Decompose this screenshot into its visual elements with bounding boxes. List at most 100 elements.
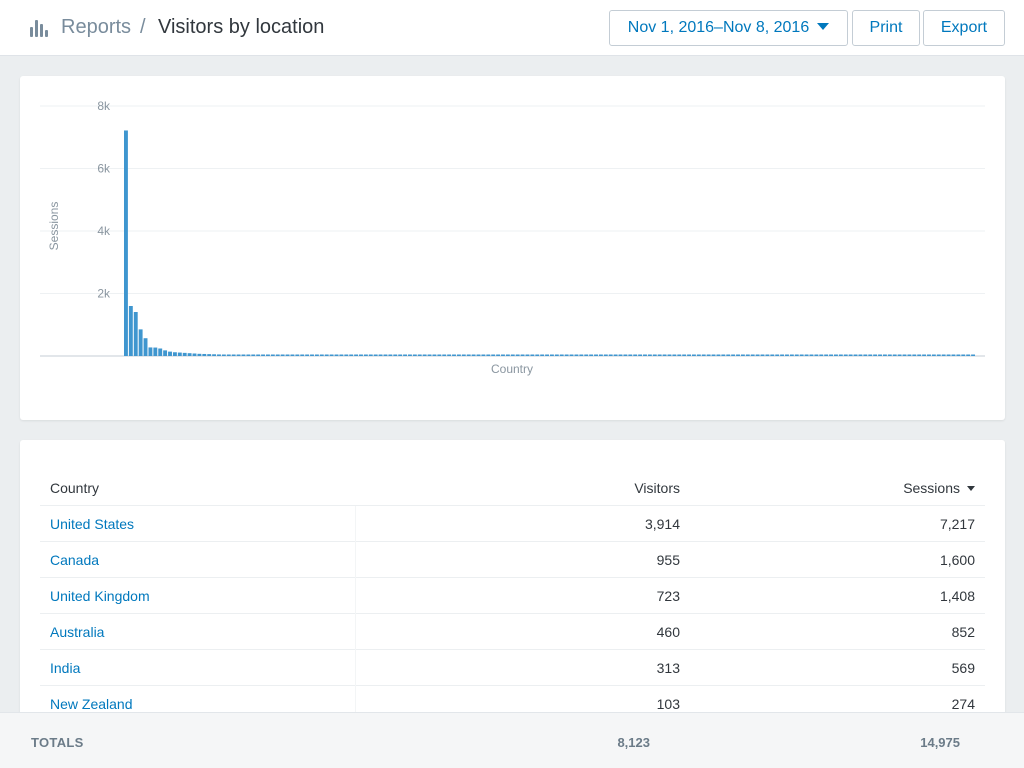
column-header-country[interactable]: Country bbox=[50, 480, 99, 496]
chart-bar bbox=[530, 354, 535, 356]
table-row: India 313 569 bbox=[40, 650, 985, 686]
chart-bar bbox=[408, 354, 412, 356]
visitors-cell: 723 bbox=[656, 588, 680, 604]
chart-bar bbox=[285, 354, 290, 356]
chart-bar bbox=[736, 354, 740, 356]
chart-bar bbox=[295, 354, 300, 356]
chart-bar bbox=[971, 354, 975, 356]
sessions-cell: 274 bbox=[951, 696, 975, 712]
top-bar: Reports / Visitors by location Nov 1, 20… bbox=[0, 0, 1024, 56]
chart-bar bbox=[354, 354, 359, 356]
country-link[interactable]: India bbox=[50, 660, 80, 676]
sessions-cell: 7,217 bbox=[939, 516, 975, 532]
breadcrumb-separator: / bbox=[140, 16, 146, 38]
chart-bar bbox=[701, 354, 706, 356]
chart-bar bbox=[711, 354, 716, 356]
chart-bar bbox=[158, 348, 163, 356]
column-header-sessions-label: Sessions bbox=[903, 480, 960, 496]
chart-bar bbox=[613, 354, 618, 356]
chart-bar bbox=[623, 354, 628, 356]
visitors-cell: 955 bbox=[656, 552, 680, 568]
country-link[interactable]: Canada bbox=[50, 552, 99, 568]
chart-bar bbox=[927, 354, 931, 356]
country-link[interactable]: United States bbox=[50, 516, 134, 532]
chart-bar bbox=[677, 354, 682, 356]
chart-bar bbox=[643, 354, 647, 356]
chart-bar bbox=[873, 354, 878, 356]
chart-bar bbox=[638, 354, 643, 356]
chart-bar bbox=[540, 354, 545, 356]
chart-bar bbox=[765, 354, 770, 356]
chart-bar bbox=[310, 354, 314, 356]
chart-bar bbox=[290, 354, 295, 356]
page-title: Visitors by location bbox=[158, 16, 325, 38]
y-tick-label: 6k bbox=[97, 162, 111, 176]
chart-bar bbox=[721, 354, 726, 356]
chart-bar bbox=[814, 354, 819, 356]
chart-bar bbox=[305, 354, 310, 356]
chart-bar bbox=[300, 354, 305, 356]
date-range-button[interactable]: Nov 1, 2016–Nov 8, 2016 bbox=[609, 10, 848, 46]
country-link[interactable]: United Kingdom bbox=[50, 588, 150, 604]
chart-bar bbox=[662, 354, 667, 356]
visitors-cell: 460 bbox=[656, 624, 680, 640]
chart-bar bbox=[128, 306, 133, 356]
chart-bar bbox=[177, 352, 182, 356]
chart-bar bbox=[324, 354, 329, 356]
chart-bar bbox=[667, 354, 672, 356]
chart-bar bbox=[633, 354, 638, 356]
chart-bar bbox=[476, 354, 481, 356]
chart-bar bbox=[731, 354, 736, 356]
chart-bar bbox=[545, 354, 549, 356]
chart-bar bbox=[799, 354, 804, 356]
print-button[interactable]: Print bbox=[852, 10, 920, 46]
chart-bar bbox=[452, 354, 456, 356]
chart-bar bbox=[726, 354, 731, 356]
chart-bar bbox=[417, 354, 422, 356]
chart-bar bbox=[241, 354, 246, 356]
export-button[interactable]: Export bbox=[923, 10, 1005, 46]
chart-bar bbox=[491, 354, 496, 356]
totals-bar: TOTALS 8,123 14,975 bbox=[0, 712, 1024, 768]
chart-bar bbox=[501, 354, 505, 356]
chart-bar bbox=[760, 354, 765, 356]
chart-bar bbox=[789, 354, 794, 356]
chart-bar bbox=[393, 354, 398, 356]
visitors-cell: 313 bbox=[656, 660, 680, 676]
column-header-sessions[interactable]: Sessions bbox=[903, 480, 975, 496]
chart-bar bbox=[687, 354, 691, 356]
chart-bar bbox=[848, 354, 853, 356]
chart-bar bbox=[535, 354, 540, 356]
chart-bar bbox=[917, 354, 922, 356]
chart-bar bbox=[853, 354, 858, 356]
chart-bar bbox=[692, 354, 696, 356]
chart-bar bbox=[466, 354, 471, 356]
column-header-visitors[interactable]: Visitors bbox=[634, 480, 680, 496]
chart-bar bbox=[931, 354, 936, 356]
chart-bar bbox=[554, 354, 559, 356]
chart-bar bbox=[740, 354, 745, 356]
country-link[interactable]: New Zealand bbox=[50, 696, 133, 712]
chart-bar bbox=[143, 338, 148, 356]
chart-bar bbox=[936, 354, 941, 356]
chart-bar bbox=[207, 354, 212, 356]
y-tick-label: 4k bbox=[97, 224, 111, 238]
chart-bar bbox=[579, 354, 584, 356]
table-row: Canada 955 1,600 bbox=[40, 542, 985, 578]
chart-bar bbox=[569, 354, 574, 356]
chart-bar bbox=[564, 354, 569, 356]
breadcrumb-reports-link[interactable]: Reports bbox=[61, 16, 131, 39]
x-axis-label: Country bbox=[491, 362, 533, 376]
chart-bar bbox=[794, 354, 799, 356]
visitors-cell: 103 bbox=[656, 696, 680, 712]
chart-bar bbox=[682, 354, 687, 356]
chart-bar bbox=[182, 352, 187, 356]
chart-bar bbox=[383, 354, 388, 356]
chart-bar bbox=[652, 354, 657, 356]
chart-bar bbox=[878, 354, 882, 356]
chart-bar bbox=[266, 354, 270, 356]
country-link[interactable]: Australia bbox=[50, 624, 104, 640]
chart-bar bbox=[618, 354, 623, 356]
chart-bar bbox=[339, 354, 344, 356]
chart-bar bbox=[349, 354, 354, 356]
